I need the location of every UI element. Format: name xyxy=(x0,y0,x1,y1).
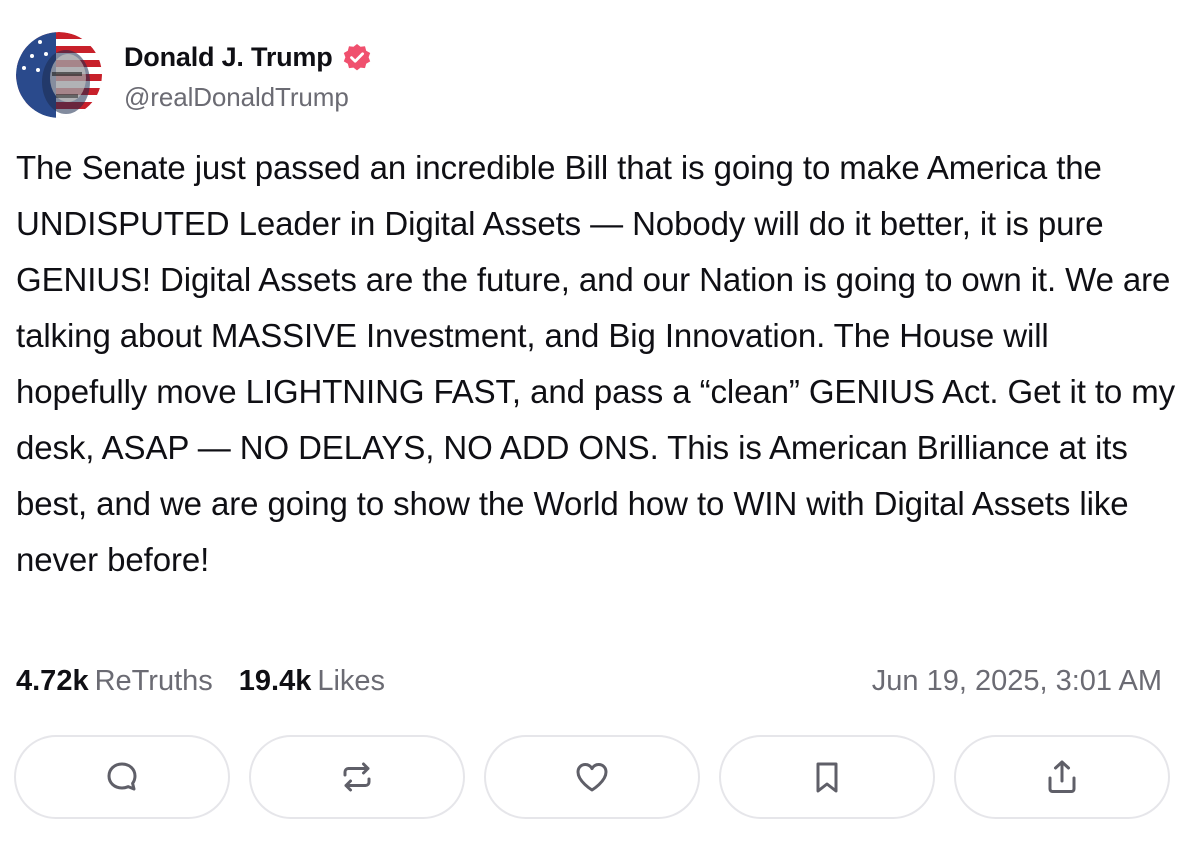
retruths-label: ReTruths xyxy=(94,664,213,697)
like-button[interactable] xyxy=(484,735,700,819)
post-timestamp[interactable]: Jun 19, 2025, 3:01 AM xyxy=(872,665,1162,698)
action-bar xyxy=(14,735,1170,819)
display-name[interactable]: Donald J. Trump xyxy=(124,42,333,73)
avatar-flag-portrait-icon xyxy=(16,32,102,118)
bookmark-icon xyxy=(816,762,838,793)
post-header: Donald J. Trump @realDonaldTrump xyxy=(16,32,373,118)
share-button[interactable] xyxy=(954,735,1170,819)
bookmark-button[interactable] xyxy=(719,735,935,819)
verified-badge-icon xyxy=(343,43,370,70)
retruth-icon xyxy=(343,762,371,792)
post-text: The Senate just passed an incredible Bil… xyxy=(16,149,1176,578)
reply-icon xyxy=(107,762,137,791)
truth-post: Donald J. Trump @realDonaldTrump The Sen… xyxy=(0,0,1188,848)
retruth-button[interactable] xyxy=(249,735,465,819)
reply-button[interactable] xyxy=(14,735,230,819)
share-icon xyxy=(1048,760,1076,793)
like-icon xyxy=(576,763,608,792)
author-handle[interactable]: @realDonaldTrump xyxy=(124,82,373,113)
retruths-stat[interactable]: 4.72k ReTruths xyxy=(16,665,213,698)
post-stats: 4.72k ReTruths 19.4k Likes Jun 19, 2025, 3… xyxy=(16,660,1162,702)
avatar[interactable] xyxy=(16,32,102,118)
display-name-row: Donald J. Trump xyxy=(124,38,373,78)
likes-stat[interactable]: 19.4k Likes xyxy=(239,665,385,698)
likes-label: Likes xyxy=(317,664,386,697)
likes-count: 19.4k xyxy=(238,664,312,697)
author-names: Donald J. Trump @realDonaldTrump xyxy=(124,38,373,113)
retruths-count: 4.72k xyxy=(16,664,89,697)
